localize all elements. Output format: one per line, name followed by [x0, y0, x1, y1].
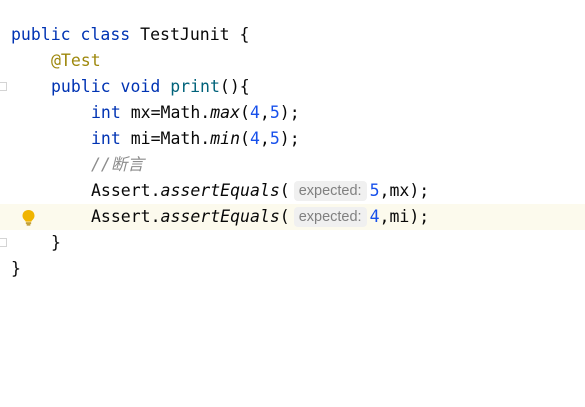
keyword: class [80, 25, 131, 44]
code-line-comment[interactable]: //断言 [0, 152, 585, 178]
code-line-method-close[interactable]: } [0, 230, 585, 256]
punctuation: , [259, 103, 270, 122]
punctuation: ,mi); [379, 207, 430, 226]
static-method: min [210, 129, 241, 148]
code-line-mi[interactable]: int mi=Math.min(4,5); [0, 126, 585, 152]
punctuation: ( [240, 129, 250, 148]
code-text: mx=Math. [130, 103, 211, 122]
brace: { [239, 25, 250, 44]
parameter-hint[interactable]: expected: [293, 207, 367, 227]
static-method: max [210, 103, 241, 122]
code-line-assert-mx[interactable]: Assert.assertEquals(expected: 5,mx); [0, 178, 585, 204]
number-literal: 4 [249, 103, 260, 122]
punctuation: ); [279, 129, 300, 148]
code-area[interactable]: public class TestJunit { @Test public vo… [0, 22, 585, 282]
code-text: mi=Math. [130, 129, 211, 148]
punctuation: ( [279, 181, 290, 200]
number-literal: 5 [269, 103, 280, 122]
number-literal: 4 [369, 207, 380, 226]
code-line-mx[interactable]: int mx=Math.max(4,5); [0, 100, 585, 126]
static-method: assertEquals [160, 207, 280, 226]
punctuation: ( [279, 207, 290, 226]
keyword: int [91, 129, 121, 148]
parameter-hint[interactable]: expected: [293, 181, 367, 201]
punctuation: ,mx); [379, 181, 430, 200]
punctuation: (){ [219, 77, 250, 96]
code-line-class-decl[interactable]: public class TestJunit { [0, 22, 585, 48]
class-name: TestJunit [140, 25, 230, 44]
static-method: assertEquals [160, 181, 280, 200]
keyword: public [11, 25, 71, 44]
number-literal: 4 [249, 129, 260, 148]
number-literal: 5 [269, 129, 280, 148]
code-line-class-close[interactable]: } [0, 256, 585, 282]
keyword: void [120, 77, 161, 96]
keyword: int [91, 103, 121, 122]
class-ref: Assert. [91, 207, 161, 226]
punctuation: , [259, 129, 270, 148]
code-editor[interactable]: public class TestJunit { @Test public vo… [0, 0, 585, 407]
number-literal: 5 [369, 181, 380, 200]
code-line-assert-mi[interactable]: Assert.assertEquals(expected: 4,mi); [0, 204, 585, 230]
code-line-annotation[interactable]: @Test [0, 48, 585, 74]
punctuation: ); [279, 103, 300, 122]
method-name: print [170, 77, 220, 96]
code-line-method-decl[interactable]: public void print(){ [0, 74, 585, 100]
class-ref: Assert. [91, 181, 161, 200]
punctuation: ( [240, 103, 250, 122]
comment: //断言 [91, 155, 144, 174]
brace: } [51, 233, 61, 252]
keyword: public [51, 77, 111, 96]
annotation: @Test [51, 51, 101, 70]
brace: } [11, 259, 21, 278]
